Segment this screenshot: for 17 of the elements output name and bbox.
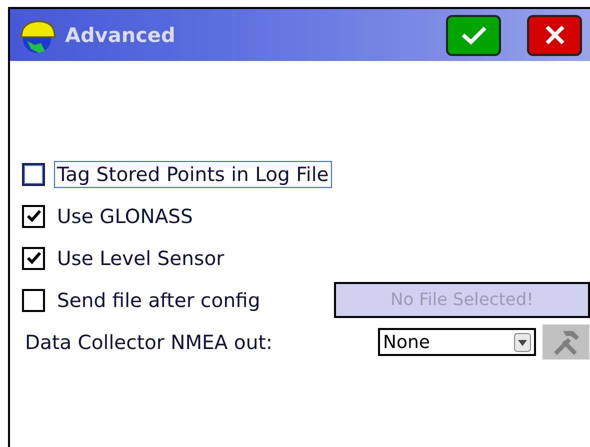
checkbox-label: Use Level Sensor bbox=[56, 246, 226, 272]
ok-button[interactable] bbox=[446, 14, 501, 56]
checkbox[interactable] bbox=[22, 246, 45, 270]
window-title: Advanced bbox=[65, 23, 176, 47]
check-icon bbox=[26, 210, 40, 222]
close-button[interactable] bbox=[527, 14, 582, 56]
checkbox[interactable] bbox=[22, 288, 45, 312]
checkbox[interactable] bbox=[22, 204, 45, 228]
check-icon bbox=[26, 252, 40, 264]
nmea-label: Data Collector NMEA out: bbox=[24, 330, 274, 356]
checkbox[interactable] bbox=[22, 162, 45, 186]
nmea-dropdown[interactable]: None bbox=[378, 328, 536, 356]
checkbox-label: Tag Stored Points in Log File bbox=[54, 160, 332, 188]
check-icon bbox=[460, 25, 486, 45]
checkbox-label: Use GLONASS bbox=[56, 204, 194, 230]
close-icon bbox=[544, 25, 564, 45]
checkbox-label: Send file after config bbox=[56, 288, 262, 314]
